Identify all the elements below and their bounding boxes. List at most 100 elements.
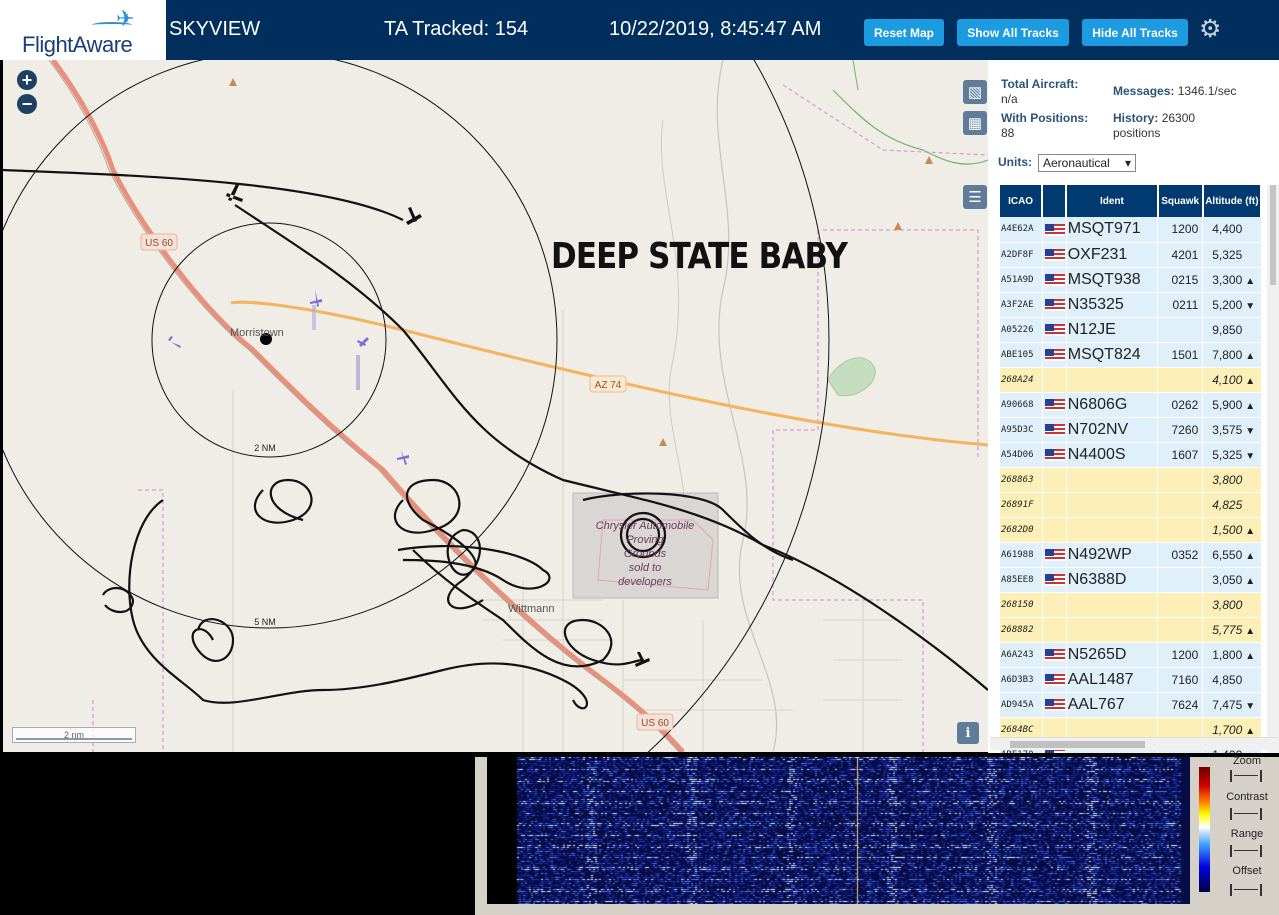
squawk-cell: 0262 xyxy=(1157,392,1204,418)
svg-text:Proving: Proving xyxy=(626,534,664,546)
table-row[interactable]: 268863 3,800 xyxy=(1000,467,1262,493)
altitude-value: 9,850 xyxy=(1212,322,1243,337)
zoom-out-button[interactable]: − xyxy=(17,94,37,114)
gear-icon[interactable]: ⚙ xyxy=(1199,17,1221,42)
table-row[interactable]: A2DF8F OXF231 4201 5,325 xyxy=(1000,242,1262,268)
with-positions-label: With Positions: xyxy=(1001,111,1089,125)
icao-cell: A90668 xyxy=(1000,392,1043,418)
table-row[interactable]: 268882 5,775 ▲ xyxy=(1000,617,1262,643)
table-row[interactable]: A95D3C N702NV 7260 3,575 ▼ xyxy=(1000,417,1262,443)
altitude-cell: 4,400 xyxy=(1202,217,1262,243)
flag-cell xyxy=(1042,242,1067,268)
icao-cell: 268150 xyxy=(1000,592,1043,618)
us-flag-icon xyxy=(1044,574,1065,587)
table-row[interactable]: 268A24 4,100 ▲ xyxy=(1000,367,1262,393)
columns-icon[interactable]: ☰ xyxy=(963,185,987,209)
altitude-cell: 7,475 ▼ xyxy=(1202,692,1262,718)
grid-icon[interactable]: ▦ xyxy=(963,111,987,135)
us60-label-b: US 60 xyxy=(641,718,669,729)
squawk-cell: 1501 xyxy=(1157,342,1204,368)
col-flag[interactable] xyxy=(1042,185,1068,217)
us-flag-icon xyxy=(1044,449,1065,462)
contrast-slider[interactable] xyxy=(1230,808,1262,820)
flag-cell xyxy=(1042,392,1067,418)
info-button[interactable]: i xyxy=(957,722,979,744)
table-row[interactable]: A61988 N492WP 0352 6,550 ▲ xyxy=(1000,542,1262,568)
table-row[interactable]: A90668 N6806G 0262 5,900 ▲ xyxy=(1000,392,1262,418)
units-select[interactable]: Aeronautical ▾ xyxy=(1038,154,1136,172)
icao-cell: A4E62A xyxy=(1000,217,1043,243)
show-all-tracks-button[interactable]: Show All Tracks xyxy=(957,19,1069,46)
table-row[interactable]: A05226 N12JE 9,850 xyxy=(1000,317,1262,343)
messages-label: Messages: xyxy=(1113,84,1175,98)
altitude-trend-icon: ▲ xyxy=(1245,275,1256,287)
flag-cell xyxy=(1042,267,1067,293)
flag-cell xyxy=(1042,217,1067,243)
altitude-trend-icon: ▲ xyxy=(1245,375,1256,387)
reset-map-button[interactable]: Reset Map xyxy=(864,19,944,46)
range-slider[interactable] xyxy=(1230,845,1262,857)
table-vertical-scrollbar[interactable] xyxy=(1267,185,1279,753)
altitude-trend-icon: ▲ xyxy=(1245,575,1256,587)
altitude-value: 5,775 xyxy=(1212,622,1243,637)
az74-label: AZ 74 xyxy=(595,380,622,391)
us-flag-icon xyxy=(1044,224,1065,237)
altitude-value: 4,825 xyxy=(1212,497,1243,512)
overlay-banner-text: DEEP STATE BABY xyxy=(551,236,848,277)
col-squawk[interactable]: Squawk xyxy=(1157,185,1204,217)
ident-cell: N5265D xyxy=(1066,642,1159,668)
table-row[interactable]: AD945A AAL767 7624 7,475 ▼ xyxy=(1000,692,1262,718)
total-aircraft-value: n/a xyxy=(1001,92,1018,106)
altitude-value: 1,700 xyxy=(1212,722,1243,737)
us-flag-icon xyxy=(1044,549,1065,562)
icao-cell: ABE105 xyxy=(1000,342,1043,368)
table-row[interactable]: A51A9D MSQT938 0215 3,300 ▲ xyxy=(1000,267,1262,293)
altitude-cell: 5,325 xyxy=(1202,242,1262,268)
flightaware-logo[interactable]: ✈ FlightAware xyxy=(0,0,166,60)
table-row[interactable]: A85EE8 N6388D 3,050 ▲ xyxy=(1000,567,1262,593)
us-flag-icon xyxy=(1044,699,1065,712)
us-flag-icon xyxy=(1044,424,1065,437)
map-canvas: US 60 AZ 74 US 60 Morristown Wittmann 2 … xyxy=(3,60,988,752)
col-altitude[interactable]: Altitude (ft) xyxy=(1202,185,1263,217)
hide-all-tracks-button[interactable]: Hide All Tracks xyxy=(1082,19,1188,46)
table-row[interactable]: 26891F 4,825 xyxy=(1000,492,1262,518)
spectrum-waterfall[interactable] xyxy=(487,757,1190,904)
table-row[interactable]: ABE105 MSQT824 1501 7,800 ▲ xyxy=(1000,342,1262,368)
ident-cell: AAL767 xyxy=(1066,692,1159,718)
map-view[interactable]: US 60 AZ 74 US 60 Morristown Wittmann 2 … xyxy=(3,60,988,752)
ident-cell: N702NV xyxy=(1066,417,1159,443)
squawk-cell: 7624 xyxy=(1157,692,1204,718)
altitude-cell: 3,300 ▲ xyxy=(1202,267,1262,293)
table-row[interactable]: A54D06 N4400S 1607 5,325 ▼ xyxy=(1000,442,1262,468)
col-ident[interactable]: Ident xyxy=(1066,185,1159,217)
ring-label-5nm: 5 NM xyxy=(254,617,276,627)
ident-cell: MSQT938 xyxy=(1066,267,1159,293)
table-row[interactable]: A4E62A MSQT971 1200 4,400 xyxy=(1000,217,1262,243)
ident-cell xyxy=(1066,617,1159,643)
zoom-slider[interactable] xyxy=(1230,770,1262,782)
icao-cell: AD945A xyxy=(1000,692,1043,718)
table-row[interactable]: 268150 3,800 xyxy=(1000,592,1262,618)
ident-cell xyxy=(1066,367,1159,393)
dropdown-arrow-icon: ▾ xyxy=(1124,156,1131,170)
squawk-cell: 4201 xyxy=(1157,242,1204,268)
zoom-in-button[interactable]: + xyxy=(17,70,37,90)
table-row[interactable]: 2682D0 1,500 ▲ xyxy=(1000,517,1262,543)
col-icao[interactable]: ICAO xyxy=(1000,185,1044,217)
squawk-cell: 7260 xyxy=(1157,417,1204,443)
table-row[interactable]: A6D3B3 AAL1487 7160 4,850 xyxy=(1000,667,1262,693)
town-morristown: Morristown xyxy=(230,327,284,339)
table-row[interactable]: A6A243 N5265D 1200 1,800 ▲ xyxy=(1000,642,1262,668)
altitude-cell: 5,325 ▼ xyxy=(1202,442,1262,468)
offset-slider[interactable] xyxy=(1230,884,1262,896)
messages-value: 1346.1/sec xyxy=(1177,84,1237,98)
altitude-trend-icon: ▲ xyxy=(1245,625,1256,637)
squawk-cell xyxy=(1157,467,1204,493)
tracked-count: TA Tracked: 154 xyxy=(384,18,529,40)
history-label: History: xyxy=(1113,111,1159,125)
table-row[interactable]: A3F2AE N35325 0211 5,200 ▼ xyxy=(1000,292,1262,318)
altitude-value: 3,300 xyxy=(1212,272,1243,287)
map-layers-icon[interactable]: ▧ xyxy=(963,80,987,104)
table-horizontal-scrollbar[interactable] xyxy=(990,737,1278,750)
